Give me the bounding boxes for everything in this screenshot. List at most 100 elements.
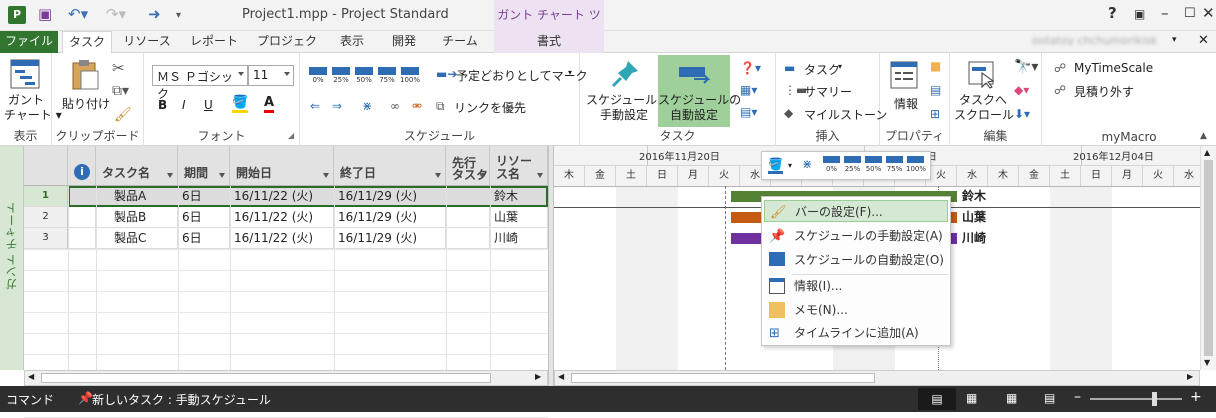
filter-arrow-icon[interactable]	[219, 173, 225, 178]
bold-button[interactable]: B	[158, 98, 167, 112]
mark-on-track-dropdown-icon[interactable]: ▾	[568, 68, 572, 77]
copy-icon[interactable]: ⧉▾	[112, 83, 129, 99]
split-task-icon[interactable]: ⋇	[362, 99, 372, 113]
font-size-select[interactable]: 11	[248, 65, 294, 86]
insert-task-button[interactable]: タスク	[804, 61, 840, 78]
scroll-right-icon[interactable]: ▶	[1187, 372, 1193, 381]
forward-icon[interactable]: ➜	[148, 5, 161, 23]
milestone-button[interactable]: マイルストーン	[804, 106, 887, 123]
resource-sheet-shortcut-icon[interactable]: ▤	[1044, 391, 1055, 405]
column-header-task-name[interactable]: タスク名	[96, 146, 178, 186]
scroll-left-icon[interactable]: ◀	[558, 372, 564, 381]
select-all-corner[interactable]	[24, 146, 68, 186]
mini-percent-75-button[interactable]: 75%	[885, 156, 904, 178]
task-name-cell[interactable]: 製品B	[96, 207, 178, 228]
duration-cell[interactable]: 6日	[178, 228, 230, 249]
clear-icon[interactable]: ◆▾	[1014, 83, 1029, 97]
tab-task[interactable]: タスク	[62, 31, 112, 54]
start-cell[interactable]: 16/11/22 (火)	[230, 228, 334, 249]
column-header-duration[interactable]: 期間	[178, 146, 230, 186]
table-row[interactable]: 2 製品B 6日 16/11/22 (火) 16/11/29 (火) 山葉	[24, 207, 548, 228]
fill-icon[interactable]: ⬇▾	[1014, 107, 1030, 121]
font-color-icon[interactable]: A	[264, 95, 275, 113]
resource-cell[interactable]: 川崎	[490, 228, 548, 249]
zoom-slider-track[interactable]	[1090, 398, 1182, 400]
paste-button[interactable]: 貼り付け	[62, 95, 110, 112]
mini-percent-25-button[interactable]: 25%	[843, 156, 862, 178]
filter-arrow-icon[interactable]	[537, 173, 543, 178]
scroll-to-task-button[interactable]: タスクへ スクロール	[954, 93, 1014, 123]
percent-complete-100-button[interactable]: 100%	[400, 67, 420, 89]
menu-item-auto-schedule[interactable]: スケジュールの自動設定(O)	[764, 249, 948, 271]
inspect-icon[interactable]: ❓▾	[740, 61, 761, 75]
unlink-tasks-icon[interactable]: ⚮	[412, 99, 422, 113]
app-icon[interactable]: P	[8, 6, 26, 24]
finish-cell[interactable]: 16/11/29 (火)	[334, 228, 446, 249]
indent-icon[interactable]: ⇒	[332, 99, 342, 113]
zoom-slider-thumb[interactable]	[1152, 392, 1157, 406]
account-dropdown-icon[interactable]: ▾	[1172, 35, 1177, 45]
close-button[interactable]: ✕	[1202, 4, 1215, 22]
mytimescale-button[interactable]: MyTimeScale	[1074, 61, 1153, 75]
tab-report[interactable]: レポート	[184, 31, 244, 53]
menu-item-notes[interactable]: メモ(N)...	[764, 299, 948, 321]
zoom-in-button[interactable]: +	[1190, 389, 1202, 405]
menu-item-bar-settings[interactable]: 🖌 バーの設定(F)...	[764, 200, 948, 222]
italic-button[interactable]: I	[182, 98, 186, 112]
qat-customize-icon[interactable]: ▾	[176, 10, 181, 21]
mini-percent-50-button[interactable]: 50%	[864, 156, 883, 178]
scroll-up-icon[interactable]: ▲	[1204, 148, 1210, 157]
add-to-timeline-icon[interactable]: ⊞	[930, 107, 940, 121]
mini-fill-dropdown-icon[interactable]: ▾	[788, 161, 792, 170]
maximize-button[interactable]: ☐	[1184, 6, 1196, 21]
notes-icon[interactable]: ■	[930, 59, 941, 73]
column-header-finish[interactable]: 終了日	[334, 146, 446, 186]
gantt-view-shortcut-icon[interactable]: ▤	[918, 388, 956, 410]
grid-scroll-thumb[interactable]	[41, 373, 491, 383]
format-painter-icon[interactable]: 🖌	[114, 107, 132, 123]
insert-task-dropdown-icon[interactable]: ▾	[838, 62, 842, 71]
save-icon[interactable]: ▣	[38, 5, 52, 23]
ribbon-display-icon[interactable]: ▣	[1134, 7, 1145, 21]
percent-complete-75-button[interactable]: 75%	[377, 67, 397, 89]
mini-split-task-icon[interactable]: ⋇	[802, 157, 812, 171]
font-name-select[interactable]: ＭＳ Ｐゴシック	[152, 65, 248, 101]
predecessors-cell[interactable]	[446, 228, 490, 249]
account-name[interactable]: ootatoy chchumorikisk	[1032, 34, 1157, 47]
team-planner-shortcut-icon[interactable]: ▦	[1006, 391, 1017, 405]
ribbon-close-icon[interactable]: ✕	[1198, 33, 1209, 48]
table-row[interactable]: 3 製品C 6日 16/11/22 (火) 16/11/29 (火) 川崎	[24, 228, 548, 249]
tab-format[interactable]: 書式	[494, 31, 604, 53]
column-header-start[interactable]: 開始日	[230, 146, 334, 186]
information-button[interactable]: 情報	[894, 95, 918, 112]
minimize-button[interactable]: –	[1161, 4, 1169, 22]
chart-scroll-thumb[interactable]	[571, 373, 875, 383]
collapse-ribbon-icon[interactable]: ▲	[1200, 131, 1207, 141]
mini-fill-color-icon[interactable]: 🪣	[768, 157, 783, 174]
row-number[interactable]: 1	[24, 186, 68, 207]
predecessors-cell[interactable]	[446, 207, 490, 228]
mode-icon[interactable]: ▤▾	[740, 105, 757, 119]
view-bar[interactable]: ガント チャート	[0, 146, 24, 370]
new-tasks-mode[interactable]: 新しいタスク : 手動スケジュール	[92, 391, 271, 408]
underline-button[interactable]: U	[204, 98, 213, 112]
scroll-left-icon[interactable]: ◀	[28, 372, 34, 381]
mini-percent-0-button[interactable]: 0%	[822, 156, 841, 178]
start-cell[interactable]: 16/11/22 (火)	[230, 207, 334, 228]
scroll-right-icon[interactable]: ▶	[535, 372, 541, 381]
filter-arrow-icon[interactable]	[323, 173, 329, 178]
redo-icon[interactable]: ↷▾	[106, 5, 126, 23]
filter-arrow-icon[interactable]	[435, 173, 441, 178]
percent-complete-25-button[interactable]: 25%	[331, 67, 351, 89]
scroll-down-icon[interactable]: ▼	[1204, 358, 1210, 367]
move-icon[interactable]: ▦▾	[740, 83, 757, 97]
cut-icon[interactable]: ✂	[112, 59, 125, 77]
tab-view[interactable]: 表示	[332, 31, 372, 53]
tab-resource[interactable]: リソース	[122, 31, 172, 53]
row-number[interactable]: 3	[24, 228, 68, 249]
tab-team[interactable]: チーム	[436, 31, 484, 53]
gantt-chart-button[interactable]: ガント チャート ▾	[4, 93, 62, 123]
respect-links-button[interactable]: リンクを優先	[454, 99, 526, 116]
fill-color-icon[interactable]: 🪣	[232, 95, 249, 113]
mini-percent-100-button[interactable]: 100%	[906, 156, 926, 178]
